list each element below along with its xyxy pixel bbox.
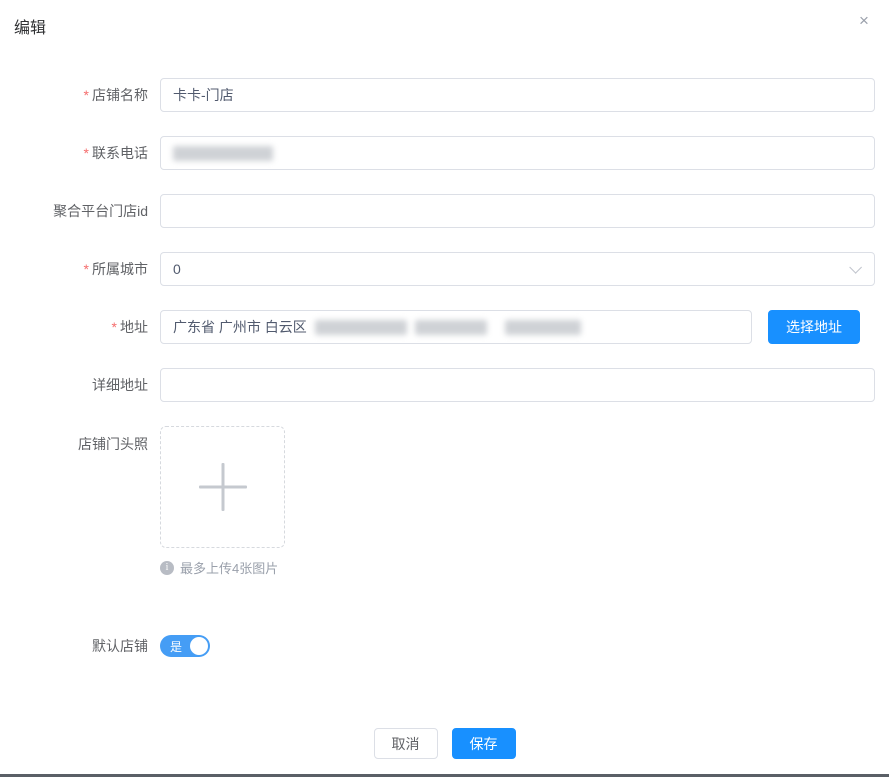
save-button[interactable]: 保存 bbox=[452, 728, 516, 759]
close-icon[interactable]: × bbox=[853, 10, 875, 32]
city-label: *所属城市 bbox=[0, 252, 160, 286]
upload-hint-text: 最多上传4张图片 bbox=[180, 558, 278, 577]
redacted-phone-value bbox=[173, 146, 273, 161]
chevron-down-icon bbox=[849, 261, 862, 274]
choose-address-button[interactable]: 选择地址 bbox=[768, 310, 860, 344]
form-row-address: *地址 广东省 广州市 白云区 选择地址 bbox=[0, 310, 889, 344]
redacted-address-segment bbox=[415, 320, 487, 335]
toggle-on-label: 是 bbox=[170, 638, 182, 655]
form-row-phone: *联系电话 bbox=[0, 136, 889, 170]
edit-store-dialog: { "dialog": { "title": "编辑", "close_symb… bbox=[0, 0, 889, 777]
form-row-storefront-photo: 店铺门头照 i 最多上传4张图片 bbox=[0, 426, 889, 577]
edit-store-form: *店铺名称 *联系电话 聚合平台门店id *所属城市 0 *地址 bbox=[0, 48, 889, 663]
detail-address-label: 详细地址 bbox=[0, 368, 160, 402]
platform-store-id-input[interactable] bbox=[160, 194, 875, 228]
form-row-platform-store-id: 聚合平台门店id bbox=[0, 194, 889, 228]
cancel-button[interactable]: 取消 bbox=[374, 728, 438, 759]
city-select-value: 0 bbox=[173, 261, 841, 277]
required-asterisk: * bbox=[84, 261, 89, 277]
phone-input[interactable] bbox=[160, 136, 875, 170]
storefront-photo-label: 店铺门头照 bbox=[0, 426, 160, 454]
city-select[interactable]: 0 bbox=[160, 252, 875, 286]
address-value-prefix: 广东省 广州市 白云区 bbox=[173, 317, 307, 337]
toggle-knob bbox=[190, 637, 208, 655]
required-asterisk: * bbox=[112, 319, 117, 335]
default-store-label: 默认店铺 bbox=[0, 629, 160, 663]
form-row-city: *所属城市 0 bbox=[0, 252, 889, 286]
dialog-footer: 取消 保存 bbox=[0, 728, 889, 759]
store-name-input[interactable] bbox=[160, 78, 875, 112]
info-icon: i bbox=[160, 561, 174, 575]
address-input[interactable]: 广东省 广州市 白云区 bbox=[160, 310, 752, 344]
form-row-default-store: 默认店铺 是 bbox=[0, 629, 889, 663]
dialog-header: 编辑 × bbox=[0, 0, 889, 48]
store-name-label: *店铺名称 bbox=[0, 78, 160, 112]
upload-hint: i 最多上传4张图片 bbox=[160, 558, 285, 577]
platform-store-id-label: 聚合平台门店id bbox=[0, 194, 160, 228]
photo-upload-button[interactable] bbox=[160, 426, 285, 548]
plus-icon bbox=[199, 463, 247, 511]
phone-label: *联系电话 bbox=[0, 136, 160, 170]
address-label: *地址 bbox=[0, 310, 160, 344]
redacted-address-segment bbox=[315, 320, 407, 335]
required-asterisk: * bbox=[84, 87, 89, 103]
form-row-store-name: *店铺名称 bbox=[0, 78, 889, 112]
redacted-address-segment bbox=[505, 320, 581, 335]
required-asterisk: * bbox=[84, 145, 89, 161]
form-row-detail-address: 详细地址 bbox=[0, 368, 889, 402]
dialog-title: 编辑 bbox=[14, 20, 46, 37]
default-store-toggle[interactable]: 是 bbox=[160, 635, 210, 657]
detail-address-input[interactable] bbox=[160, 368, 875, 402]
